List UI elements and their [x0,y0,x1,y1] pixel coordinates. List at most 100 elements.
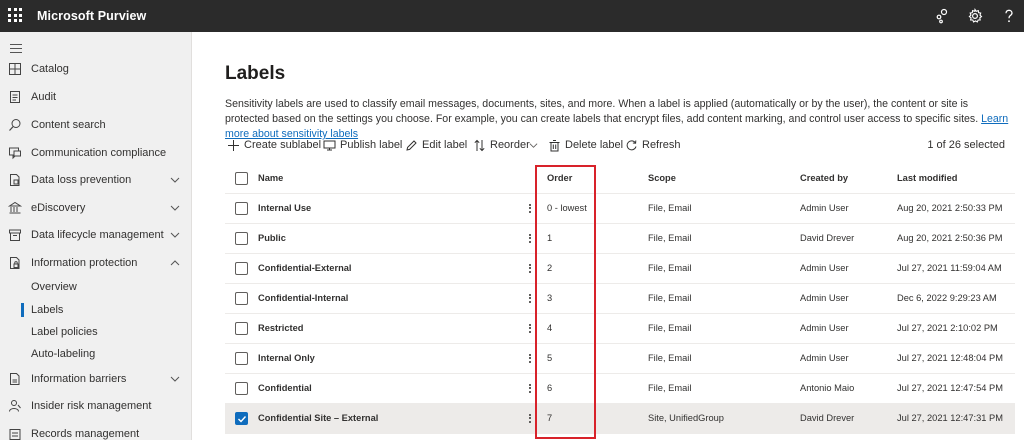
table-row[interactable]: Internal Only 5 File, Email Admin User J… [225,344,1015,374]
sidebar-item-information-barriers[interactable]: Information barriers [0,368,192,392]
chevron-down-icon[interactable] [170,204,180,212]
table-row[interactable]: Confidential-Internal 3 File, Email Admi… [225,284,1015,314]
archive-icon [9,229,21,241]
table-row[interactable]: Confidential Site – External 7 Site, Uni… [225,404,1015,434]
sidebar-item-records-management[interactable]: Records management [0,423,192,440]
checkmark-icon [238,416,247,423]
label-name[interactable]: Confidential-Internal [258,293,348,303]
more-options-icon[interactable] [528,352,532,366]
sidebar-item-ediscovery[interactable]: eDiscovery [0,197,192,221]
connections-icon[interactable] [934,8,950,24]
description-text: Sensitivity labels are used to classify … [225,98,979,125]
table-row[interactable]: Restricted 4 File, Email Admin User Jul … [225,314,1015,344]
reorder-label: Reorder [490,139,530,151]
table-row[interactable]: Internal Use 0 - lowest File, Email Admi… [225,194,1015,224]
sidebar-item-label: Data lifecycle management [31,229,164,241]
sidebar-subitem-overview[interactable]: Overview [0,277,192,299]
select-all-checkbox[interactable] [235,172,248,185]
main-content: Labels Sensitivity labels are used to cl… [193,32,1024,440]
label-name[interactable]: Internal Only [258,353,315,363]
sidebar-item-label: Content search [31,119,106,131]
column-header-scope[interactable]: Scope [648,173,676,183]
top-bar: Microsoft Purview [0,0,1024,32]
sidebar-item-label: Audit [31,91,57,103]
chevron-down-icon[interactable] [170,375,180,383]
column-header-name[interactable]: Name [258,173,283,183]
more-options-icon[interactable] [528,382,532,396]
label-scope: Site, UnifiedGroup [648,413,724,423]
sidebar-item-insider-risk-management[interactable]: Insider risk management [0,395,192,419]
more-options-icon[interactable] [528,262,532,276]
label-name[interactable]: Confidential-External [258,263,352,273]
active-indicator [21,303,24,317]
chevron-down-icon [529,143,538,148]
label-last-modified: Jul 27, 2021 11:59:04 AM [897,263,1002,273]
trash-icon [549,140,560,152]
row-checkbox[interactable] [235,292,248,305]
sidebar-subitem-labels[interactable]: Labels [0,300,192,322]
row-checkbox[interactable] [235,382,248,395]
sidebar-item-information-protection[interactable]: Information protection [0,252,192,276]
chevron-down-icon[interactable] [170,176,180,184]
more-options-icon[interactable] [528,412,532,426]
sidebar-item-data-lifecycle-management[interactable]: Data lifecycle management [0,224,192,248]
row-checkbox[interactable] [235,322,248,335]
more-options-icon[interactable] [528,232,532,246]
row-checkbox[interactable] [235,202,248,215]
table-row[interactable]: Confidential-External 2 File, Email Admi… [225,254,1015,284]
sidebar-subitem-label: Overview [31,281,77,293]
sidebar-item-catalog[interactable]: Catalog [0,58,192,82]
label-scope: File, Email [648,233,692,243]
sidebar-item-data-loss-prevention[interactable]: Data loss prevention [0,169,192,193]
table-row[interactable]: Public 1 File, Email David Drever Aug 20… [225,224,1015,254]
table-row[interactable]: Confidential 6 File, Email Antonio Maio … [225,374,1015,404]
column-header-created-by[interactable]: Created by [800,173,848,183]
row-checkbox[interactable] [235,232,248,245]
menu-toggle-icon[interactable] [10,44,22,53]
selection-count: 1 of 26 selected [927,139,1005,151]
sidebar-item-label: Data loss prevention [31,174,132,186]
records-icon [9,429,21,440]
sidebar-item-audit[interactable]: Audit [0,86,192,110]
refresh-icon [626,140,637,151]
sidebar-item-label: Information barriers [31,373,127,385]
settings-gear-icon[interactable] [967,8,983,24]
chevron-up-icon[interactable] [170,259,180,267]
more-options-icon[interactable] [528,292,532,306]
plus-icon [228,140,239,151]
barrier-icon [10,373,20,385]
label-name[interactable]: Restricted [258,323,303,333]
label-created-by: Admin User [800,293,849,303]
person-icon [9,400,21,412]
label-created-by: Admin User [800,353,849,363]
label-name[interactable]: Public [258,233,286,243]
sidebar-item-communication-compliance[interactable]: Communication compliance [0,142,192,166]
shield-doc-icon [10,174,20,186]
row-checkbox[interactable] [235,262,248,275]
order-column-highlight [535,165,596,439]
label-created-by: David Drever [800,413,855,423]
sidebar-subitem-auto-labeling[interactable]: Auto-labeling [0,344,192,366]
help-icon[interactable] [1001,8,1017,24]
label-last-modified: Aug 20, 2021 2:50:36 PM [897,233,1003,243]
row-checkbox[interactable] [235,412,248,425]
label-created-by: Admin User [800,323,849,333]
sidebar-item-content-search[interactable]: Content search [0,114,192,138]
pencil-icon [406,140,417,151]
label-name[interactable]: Confidential Site – External [258,413,378,423]
app-title[interactable]: Microsoft Purview [37,9,146,23]
search-icon [9,119,21,131]
more-options-icon[interactable] [528,322,532,336]
command-bar: Create sublabel Publish label Edit label… [225,136,1015,156]
row-checkbox[interactable] [235,352,248,365]
label-scope: File, Email [648,263,692,273]
column-header-last-modified[interactable]: Last modified [897,173,957,183]
sidebar-subitem-label-policies[interactable]: Label policies [0,322,192,344]
chevron-down-icon[interactable] [170,231,180,239]
label-name[interactable]: Confidential [258,383,312,393]
label-last-modified: Jul 27, 2021 12:47:31 PM [897,413,1003,423]
label-name[interactable]: Internal Use [258,203,311,213]
app-launcher-icon[interactable] [8,8,22,22]
more-options-icon[interactable] [528,202,532,216]
publish-label-label: Publish label [340,139,403,151]
